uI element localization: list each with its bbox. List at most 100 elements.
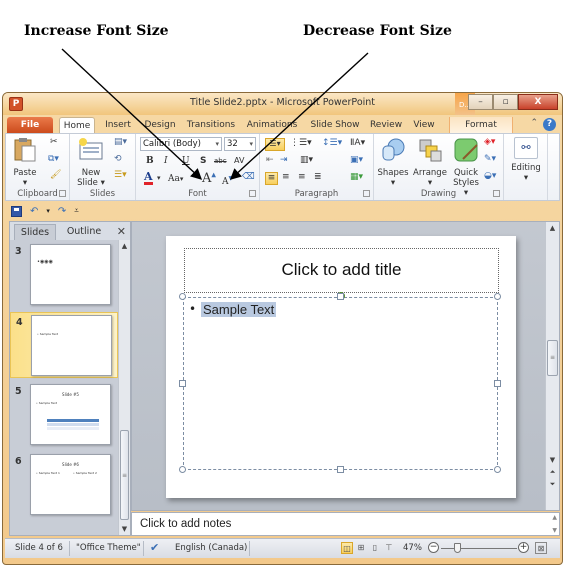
previous-slide-icon[interactable]: ⏶ — [546, 468, 559, 477]
line-spacing-button[interactable]: ↕☰▾ — [322, 138, 342, 148]
align-text-button[interactable]: ▣▾ — [350, 155, 363, 165]
editing-button[interactable]: ⚯ Editing ▾ — [508, 137, 544, 183]
slide-sorter-view-button[interactable]: ⊞ — [355, 542, 367, 554]
align-left-button[interactable]: ≡ — [265, 172, 278, 185]
strikethrough-button[interactable]: abc — [214, 157, 227, 165]
font-launcher-icon[interactable] — [249, 190, 256, 197]
content-placeholder[interactable]: • Sample Text — [183, 297, 498, 470]
align-right-button[interactable]: ≡ — [298, 172, 306, 182]
font-color-button[interactable]: A — [144, 171, 153, 185]
tab-transitions[interactable]: Transitions — [183, 117, 239, 133]
resize-handle-right[interactable] — [494, 380, 501, 387]
new-slide-button[interactable]: New Slide ▾ — [74, 137, 108, 188]
resize-handle-top[interactable] — [337, 293, 344, 300]
slide-show-view-button[interactable]: ⊤ — [383, 542, 395, 554]
scroll-down-icon[interactable]: ▼ — [119, 525, 130, 533]
resize-handle-left[interactable] — [179, 380, 186, 387]
clipboard-launcher-icon[interactable] — [59, 190, 66, 197]
selected-sample-text[interactable]: Sample Text — [201, 302, 277, 317]
convert-to-smartart-button[interactable]: ▦▾ — [350, 172, 363, 182]
slides-pane-scrollbar[interactable]: ▲ ≡ ▼ — [118, 240, 130, 535]
scroll-down-icon[interactable]: ▼ — [546, 456, 559, 464]
editing-area-scrollbar[interactable]: ▲ ≡ ▼ ⏶ ⏷ — [545, 222, 559, 510]
undo-icon[interactable]: ↶ — [30, 206, 38, 217]
tab-animations[interactable]: Animations — [243, 117, 301, 133]
zoom-level[interactable]: 47% — [403, 543, 422, 553]
resize-handle-top-left[interactable] — [179, 293, 186, 300]
tab-outline[interactable]: Outline — [60, 224, 108, 240]
paragraph-launcher-icon[interactable] — [363, 190, 370, 197]
help-icon[interactable]: ? — [543, 118, 556, 131]
drawing-launcher-icon[interactable] — [493, 190, 500, 197]
tab-insert[interactable]: Insert — [101, 117, 135, 133]
scroll-thumb[interactable]: ≡ — [547, 340, 558, 376]
zoom-out-button[interactable]: − — [428, 542, 439, 553]
language-status[interactable]: English (Canada) — [175, 543, 247, 553]
reset-icon[interactable]: ⟲ — [114, 154, 122, 164]
next-slide-icon[interactable]: ⏷ — [546, 480, 559, 489]
increase-indent-button[interactable]: ⇥ — [280, 155, 288, 165]
italic-button[interactable]: I — [164, 156, 168, 166]
shape-effects-icon[interactable]: ◒▾ — [484, 171, 496, 181]
paste-dropdown-icon[interactable]: ▾ — [10, 178, 40, 188]
zoom-slider-track[interactable] — [441, 548, 517, 549]
close-pane-icon[interactable]: ✕ — [117, 225, 126, 238]
shape-fill-icon[interactable]: ◈▾ — [484, 137, 495, 147]
clear-formatting-icon[interactable]: ⌫ — [242, 172, 255, 182]
character-spacing-button[interactable]: AV — [234, 156, 244, 165]
reading-view-button[interactable]: ▯ — [369, 542, 381, 554]
tab-review[interactable]: Review — [367, 117, 405, 133]
copy-icon[interactable]: ⧉▾ — [48, 154, 59, 164]
decrease-indent-button[interactable]: ⇤ — [266, 155, 274, 165]
arrange-button[interactable]: Arrange ▾ — [412, 137, 448, 188]
tab-slide-show[interactable]: Slide Show — [307, 117, 363, 133]
shape-outline-icon[interactable]: ✎▾ — [484, 154, 496, 164]
tab-design[interactable]: Design — [141, 117, 179, 133]
slide-thumbnail-6[interactable]: 6 Slide #6 • Sample Text 1 • Sample Text… — [10, 452, 118, 518]
resize-handle-top-right[interactable] — [494, 293, 501, 300]
slide-thumbnail-4[interactable]: 4 • Sample Text — [10, 312, 118, 378]
slide-thumbnail-3[interactable]: 3 •◉◉◉ — [10, 242, 118, 308]
spell-check-icon[interactable]: ✔ — [150, 541, 159, 554]
tab-slides[interactable]: Slides — [14, 224, 56, 240]
change-case-button[interactable]: Aa▾ — [168, 174, 183, 184]
slide-thumbnail-5[interactable]: 5 Slide #5 • Sample Text — [10, 382, 118, 448]
font-color-dropdown-icon[interactable]: ▾ — [157, 174, 161, 182]
justify-button[interactable]: ≣ — [314, 172, 322, 182]
fit-slide-to-window-button[interactable]: ⊠ — [535, 542, 547, 554]
bullets-button[interactable]: ☰▾ — [265, 138, 285, 151]
customize-qat-icon[interactable]: ⩡ — [74, 206, 79, 216]
section-icon[interactable]: ☰▾ — [114, 170, 127, 180]
save-icon[interactable] — [11, 205, 22, 217]
underline-button[interactable]: U — [182, 156, 190, 166]
minimize-button[interactable]: – — [468, 94, 493, 110]
grow-font-button[interactable]: A▲ — [202, 171, 216, 186]
resize-handle-bottom-left[interactable] — [179, 466, 186, 473]
font-name-select[interactable]: Calibri (Body) ▾ — [140, 137, 222, 151]
resize-handle-bottom-right[interactable] — [494, 466, 501, 473]
tab-format[interactable]: Format — [449, 117, 513, 133]
shrink-font-button[interactable]: A▼ — [222, 175, 233, 187]
align-center-button[interactable]: ≡ — [282, 172, 290, 182]
tab-view[interactable]: View — [409, 117, 439, 133]
zoom-slider-thumb[interactable] — [453, 543, 461, 553]
notes-placeholder[interactable]: Click to add notes — [140, 518, 231, 530]
notes-pane[interactable]: Click to add notes ▲ ▼ — [131, 512, 560, 536]
minimize-ribbon-icon[interactable]: ⌃ — [530, 118, 538, 128]
numbering-button[interactable]: ⋮☰▾ — [290, 138, 312, 148]
scroll-up-icon[interactable]: ▲ — [119, 242, 130, 250]
text-shadow-button[interactable]: S — [200, 156, 206, 166]
columns-button[interactable]: ▥▾ — [300, 155, 313, 165]
restore-button[interactable]: ▫ — [493, 94, 518, 110]
scroll-thumb[interactable]: ≡ — [120, 430, 129, 520]
font-size-select[interactable]: 32 ▾ — [224, 137, 256, 151]
notes-scroll-down-icon[interactable]: ▼ — [552, 527, 557, 534]
resize-handle-bottom[interactable] — [337, 466, 344, 473]
layout-icon[interactable]: ▤▾ — [114, 137, 127, 147]
theme-status[interactable]: "Office Theme" — [76, 543, 141, 553]
notes-scroll-up-icon[interactable]: ▲ — [552, 514, 557, 521]
redo-icon[interactable]: ↷ — [58, 206, 66, 217]
text-direction-button[interactable]: ⅡA▾ — [350, 138, 365, 148]
bold-button[interactable]: B — [146, 156, 154, 166]
zoom-in-button[interactable]: + — [518, 542, 529, 553]
